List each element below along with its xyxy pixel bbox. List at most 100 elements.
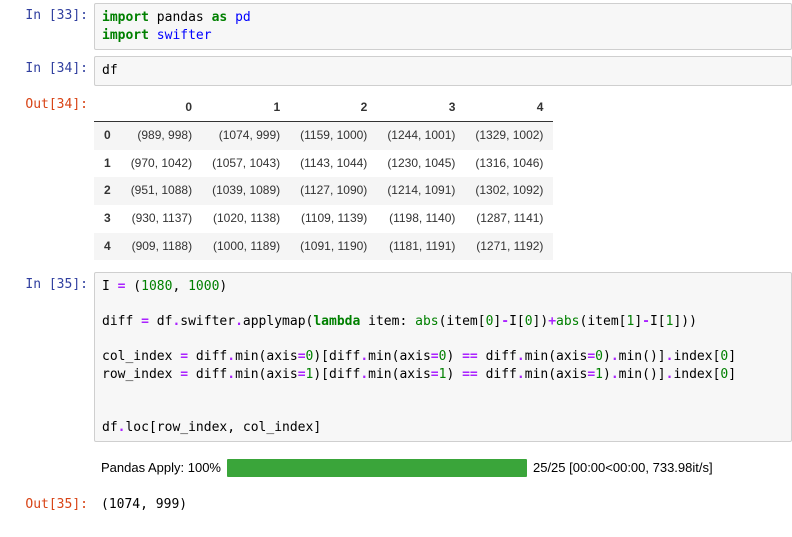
row-index: 4	[94, 233, 121, 261]
row-index: 3	[94, 205, 121, 233]
code-text: )	[603, 349, 611, 364]
operator: .	[227, 349, 235, 364]
code-text: ])	[533, 314, 549, 329]
code-text: ]	[634, 314, 642, 329]
cell-value: (1271, 1192)	[465, 233, 553, 261]
builtin-abs: abs	[556, 314, 579, 329]
col-header: 4	[465, 94, 553, 122]
row-index: 2	[94, 177, 121, 205]
code-text: )[diff	[313, 349, 360, 364]
cell-value: (1244, 1001)	[377, 122, 465, 150]
code-text: min(axis	[235, 349, 298, 364]
operator: =	[180, 367, 188, 382]
progress-label-left: Pandas Apply: 100%	[101, 460, 221, 477]
output-cell-34: Out[34]: 0 1 2 3 4 0 (989, 998) (1074, 9…	[0, 89, 792, 270]
cell-value: (1000, 1189)	[202, 233, 290, 261]
empty-prompt	[0, 448, 94, 458]
builtin-abs: abs	[415, 314, 438, 329]
keyword-lambda: lambda	[313, 314, 360, 329]
code-text: min(axis	[525, 367, 588, 382]
operator: =	[298, 367, 306, 382]
input-prompt: In [35]:	[0, 272, 94, 299]
output-prompt: Out[35]:	[0, 492, 94, 519]
table-body: 0 (989, 998) (1074, 999) (1159, 1000) (1…	[94, 122, 553, 260]
cell-value: (989, 998)	[121, 122, 202, 150]
code-text: df	[149, 314, 172, 329]
code-text: min(axis	[368, 367, 431, 382]
input-prompt: In [34]:	[0, 56, 94, 83]
code-input[interactable]: I = (1080, 1000) diff = df.swifter.apply…	[94, 272, 792, 442]
operator: .	[517, 349, 525, 364]
code-text: (item[	[439, 314, 486, 329]
code-text: index[	[673, 367, 720, 382]
table-row: 3 (930, 1137) (1020, 1138) (1109, 1139) …	[94, 205, 553, 233]
operator: .	[517, 367, 525, 382]
table-row: 1 (970, 1042) (1057, 1043) (1143, 1044) …	[94, 150, 553, 178]
operator: ==	[462, 349, 478, 364]
code-text: )	[446, 367, 462, 382]
operator: ==	[462, 367, 478, 382]
operator: .	[227, 367, 235, 382]
operator: =	[431, 367, 439, 382]
operator: -	[501, 314, 509, 329]
table-header: 0 1 2 3 4	[94, 94, 553, 122]
progress-output: Pandas Apply: 100% 25/25 [00:00<00:00, 7…	[0, 445, 792, 489]
keyword-import: import	[102, 28, 149, 43]
cell-value: (1302, 1092)	[465, 177, 553, 205]
code-text: diff	[188, 367, 227, 382]
code-text: ]	[728, 349, 736, 364]
operator: +	[548, 314, 556, 329]
cell-value: (909, 1188)	[121, 233, 202, 261]
cell-value: (1127, 1090)	[290, 177, 377, 205]
table-row: 0 (989, 998) (1074, 999) (1159, 1000) (1…	[94, 122, 553, 150]
code-text: )	[446, 349, 462, 364]
code-text: ,	[172, 279, 188, 294]
row-index: 1	[94, 150, 121, 178]
operator: =	[141, 314, 149, 329]
selected-cell-wrapper: In [35]: I = (1080, 1000) diff = df.swif…	[0, 269, 792, 522]
dataframe-output: 0 1 2 3 4 0 (989, 998) (1074, 999) (1159…	[94, 92, 792, 267]
code-text: I[	[509, 314, 525, 329]
code-input[interactable]: import pandas as pd import swifter	[94, 3, 792, 50]
cell-value: (1159, 1000)	[290, 122, 377, 150]
module-name: swifter	[149, 28, 212, 43]
operator: .	[611, 367, 619, 382]
operator: =	[298, 349, 306, 364]
code-text: (	[125, 279, 141, 294]
cell-value: (1198, 1140)	[377, 205, 465, 233]
code-input[interactable]: df	[94, 56, 792, 86]
operator: =	[587, 349, 595, 364]
number: 0	[525, 314, 533, 329]
cell-value: (1230, 1045)	[377, 150, 465, 178]
code-text: loc[row_index, col_index]	[125, 420, 321, 435]
input-prompt: In [33]:	[0, 3, 94, 30]
operator: =	[587, 367, 595, 382]
operator: -	[642, 314, 650, 329]
cell-value: (1181, 1191)	[377, 233, 465, 261]
code-text: (item[	[580, 314, 627, 329]
code-text: min()]	[619, 349, 666, 364]
code-text: min(axis	[525, 349, 588, 364]
code-text: )[diff	[313, 367, 360, 382]
code-text: swifter	[180, 314, 235, 329]
operator: =	[431, 349, 439, 364]
code-cell-33: In [33]: import pandas as pd import swif…	[0, 0, 792, 53]
col-header: 2	[290, 94, 377, 122]
progress-area: Pandas Apply: 100% 25/25 [00:00<00:00, 7…	[94, 448, 792, 486]
output-prompt: Out[34]:	[0, 92, 94, 119]
corner-cell	[94, 94, 121, 122]
number: 1080	[141, 279, 172, 294]
code-text: row_index	[102, 367, 180, 382]
code-text: df	[102, 63, 118, 78]
table-row: 2 (951, 1088) (1039, 1089) (1127, 1090) …	[94, 177, 553, 205]
code-text: diff	[188, 349, 227, 364]
cell-value: (1057, 1043)	[202, 150, 290, 178]
col-header: 1	[202, 94, 290, 122]
cell-value: (1039, 1089)	[202, 177, 290, 205]
code-text: diff	[478, 349, 517, 364]
output-text: (1074, 999)	[94, 492, 792, 519]
code-text: min()]	[619, 367, 666, 382]
cell-value: (1109, 1139)	[290, 205, 377, 233]
code-text: ]))	[673, 314, 696, 329]
code-cell-34: In [34]: df	[0, 53, 792, 89]
